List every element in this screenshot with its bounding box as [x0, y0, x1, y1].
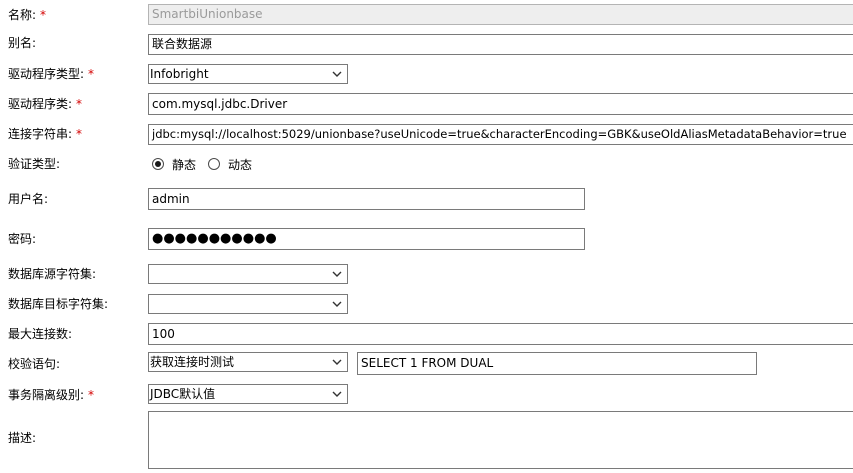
password-field[interactable]: ●●●●●●●●●●●: [148, 228, 585, 250]
password-label: 密码:: [8, 232, 37, 246]
username-label: 用户名:: [8, 192, 49, 206]
driver-type-select[interactable]: Infobright: [148, 64, 348, 84]
name-label: 名称: *: [8, 8, 47, 22]
max-connections-field[interactable]: 100: [148, 323, 853, 345]
radio-selected-dot: [155, 161, 161, 167]
driver-class-label: 驱动程序类: *: [8, 97, 83, 111]
isolation-select[interactable]: JDBC默认值: [148, 384, 348, 404]
conn-string-label: 连接字符串: *: [8, 127, 83, 141]
name-field: SmartbiUnionbase: [148, 4, 853, 25]
chevron-down-icon: [332, 359, 342, 365]
isolation-value: JDBC默认值: [150, 387, 216, 401]
datasource-form: 名称: * SmartbiUnionbase 别名: 联合数据源 驱动程序类型: *…: [0, 0, 853, 473]
driver-type-value: Infobright: [150, 67, 209, 81]
target-charset-label: 数据库目标字符集:: [8, 297, 109, 311]
target-charset-select[interactable]: [148, 294, 348, 314]
conn-string-field[interactable]: jdbc:mysql://localhost:5029/unionbase?us…: [148, 124, 853, 145]
dynamic-radio-label: 动态: [228, 158, 253, 172]
chevron-down-icon: [332, 391, 342, 397]
validation-mode-select[interactable]: 获取连接时测试: [148, 352, 348, 372]
max-connections-label: 最大连接数:: [8, 327, 73, 341]
static-radio[interactable]: [152, 158, 164, 170]
driver-class-field[interactable]: com.mysql.jdbc.Driver: [148, 93, 853, 115]
static-radio-label: 静态: [172, 158, 197, 172]
validation-label: 校验语句:: [8, 357, 61, 371]
username-field[interactable]: admin: [148, 188, 585, 210]
description-textarea[interactable]: [148, 411, 853, 469]
chevron-down-icon: [332, 271, 342, 277]
alias-label: 别名:: [8, 36, 37, 50]
description-label: 描述:: [8, 431, 37, 445]
source-charset-select[interactable]: [148, 264, 348, 284]
chevron-down-icon: [332, 71, 342, 77]
chevron-down-icon: [332, 301, 342, 307]
validation-mode-value: 获取连接时测试: [150, 355, 235, 369]
alias-field[interactable]: 联合数据源: [148, 34, 853, 55]
auth-type-label: 验证类型:: [8, 157, 61, 171]
source-charset-label: 数据库源字符集:: [8, 267, 97, 281]
dynamic-radio[interactable]: [208, 158, 220, 170]
validation-sql-field[interactable]: SELECT 1 FROM DUAL: [357, 352, 757, 375]
driver-type-label: 驱动程序类型: *: [8, 67, 95, 81]
isolation-label: 事务隔离级别: *: [8, 388, 95, 402]
